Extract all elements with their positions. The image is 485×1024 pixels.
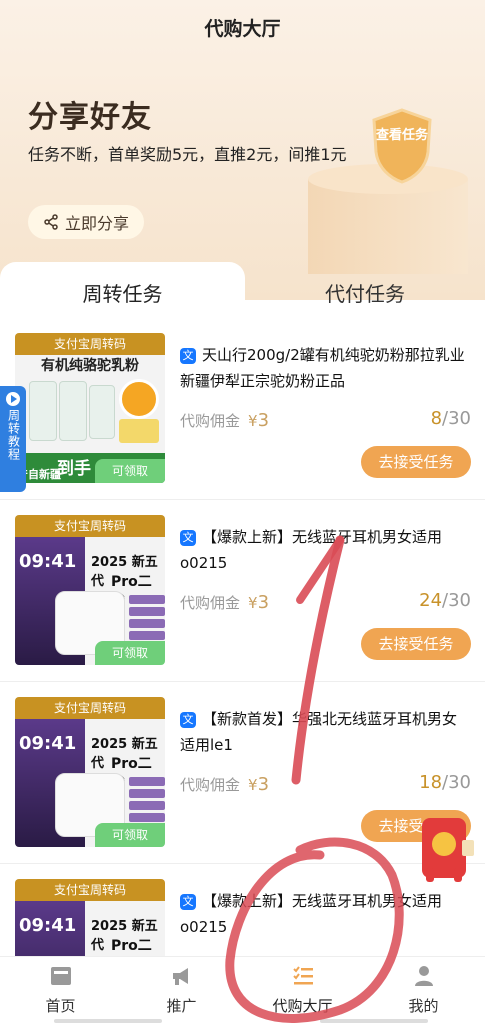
thumb-mid-text: 到手	[57, 459, 91, 479]
share-button[interactable]: 立即分享	[28, 205, 144, 239]
tutorial-side-tab[interactable]: 周转教程	[0, 386, 26, 492]
nav-promote-label: 推广	[166, 997, 197, 1015]
product-name: 文【新款首发】华强北无线蓝牙耳机男女适用le1	[180, 710, 458, 754]
tab-payment-tasks[interactable]: 代付任务	[245, 262, 485, 322]
red-envelope-icon[interactable]	[414, 810, 478, 890]
nav-home-label: 首页	[45, 997, 76, 1015]
product-thumbnail[interactable]: 09:41 2025 新五代 Pro二代 支付宝周转码 可领取	[15, 697, 165, 847]
page-title: 代购大厅	[204, 18, 281, 40]
task-list: 有机纯骆驼乳粉 产自新疆 到手 支付宝周转码 可领取 文天山行200g/2罐有机…	[0, 322, 485, 956]
share-title: 分享好友	[28, 100, 152, 135]
task-count: 8/30	[430, 408, 471, 429]
platform-icon: 文	[180, 530, 196, 546]
task-item: 有机纯骆驼乳粉 产自新疆 到手 支付宝周转码 可领取 文天山行200g/2罐有机…	[0, 322, 485, 500]
product-name: 文天山行200g/2罐有机纯驼奶粉那拉乳业新疆伊犁正宗驼奶粉正品	[180, 346, 465, 390]
side-tab-label: 周转教程	[6, 409, 21, 461]
nav-purchase-hall[interactable]: 代购大厅	[242, 965, 363, 1016]
shield-icon[interactable]	[370, 108, 434, 184]
thumb-time: 09:41	[19, 915, 77, 936]
platform-icon: 文	[180, 348, 196, 364]
share-button-label: 立即分享	[64, 214, 129, 233]
play-icon	[6, 392, 20, 406]
thumb-time: 09:41	[19, 551, 77, 572]
task-count: 24/30	[419, 590, 471, 611]
task-tabs: 周转任务 代付任务	[0, 262, 485, 322]
product-name: 文【爆款上新】无线蓝牙耳机男女适用o0215	[180, 892, 443, 936]
thumb-badge: 支付宝周转码	[15, 515, 165, 537]
commission: 代购佣金 ¥3	[180, 774, 270, 795]
task-item: 09:41 2025 新五代 Pro二代 支付宝周转码 可领取 文【新款首发】华…	[0, 686, 485, 864]
thumb-badge: 支付宝周转码	[15, 333, 165, 355]
nav-mine[interactable]: 我的	[363, 965, 484, 1016]
top-banner-area: 代购大厅 分享好友 任务不断，首单奖励5元，直推2元，间推1元 立即分享 查看任…	[0, 0, 485, 300]
share-icon	[44, 214, 58, 230]
tab-rotation-tasks[interactable]: 周转任务	[0, 262, 245, 322]
nav-purchase-hall-label: 代购大厅	[272, 997, 333, 1015]
accept-task-button[interactable]: 去接受任务	[361, 446, 471, 478]
product-thumbnail[interactable]: 09:41 2025 新五代 Pro二代 支付宝周转码	[15, 879, 165, 956]
megaphone-icon	[172, 968, 188, 985]
task-item: 09:41 2025 新五代 Pro二代 支付宝周转码 可领取 文【爆款上新】无…	[0, 504, 485, 682]
nav-home[interactable]: 首页	[0, 965, 121, 1016]
shield-label: 查看任务	[375, 128, 428, 143]
thumb-badge: 支付宝周转码	[15, 879, 165, 901]
nav-promote[interactable]: 推广	[121, 965, 242, 1016]
task-item: 09:41 2025 新五代 Pro二代 支付宝周转码 文【爆款上新】无线蓝牙耳…	[0, 868, 485, 956]
home-icon	[50, 967, 71, 985]
person-icon	[414, 966, 433, 986]
claim-badge: 可领取	[95, 641, 165, 665]
thumb-time: 09:41	[19, 733, 77, 754]
task-count: 18/30	[419, 772, 471, 793]
platform-icon: 文	[180, 712, 196, 728]
product-name: 文【爆款上新】无线蓝牙耳机男女适用o0215	[180, 528, 443, 572]
thumb-title: 有机纯骆驼乳粉	[41, 358, 139, 374]
nav-mine-label: 我的	[408, 997, 439, 1015]
commission: 代购佣金 ¥3	[180, 592, 270, 613]
claim-badge: 可领取	[95, 459, 165, 483]
product-thumbnail[interactable]: 09:41 2025 新五代 Pro二代 支付宝周转码 可领取	[15, 515, 165, 665]
task-list-icon	[292, 966, 313, 985]
claim-badge: 可领取	[95, 823, 165, 847]
platform-icon: 文	[180, 894, 196, 910]
product-thumbnail[interactable]: 有机纯骆驼乳粉 产自新疆 到手 支付宝周转码 可领取	[15, 333, 165, 483]
thumb-line2: Pro二代	[111, 938, 152, 954]
accept-task-button[interactable]: 去接受任务	[361, 628, 471, 660]
bottom-nav: 首页 推广 代购大厅 我的	[0, 956, 485, 1024]
commission: 代购佣金 ¥3	[180, 410, 270, 431]
thumb-badge: 支付宝周转码	[15, 697, 165, 719]
